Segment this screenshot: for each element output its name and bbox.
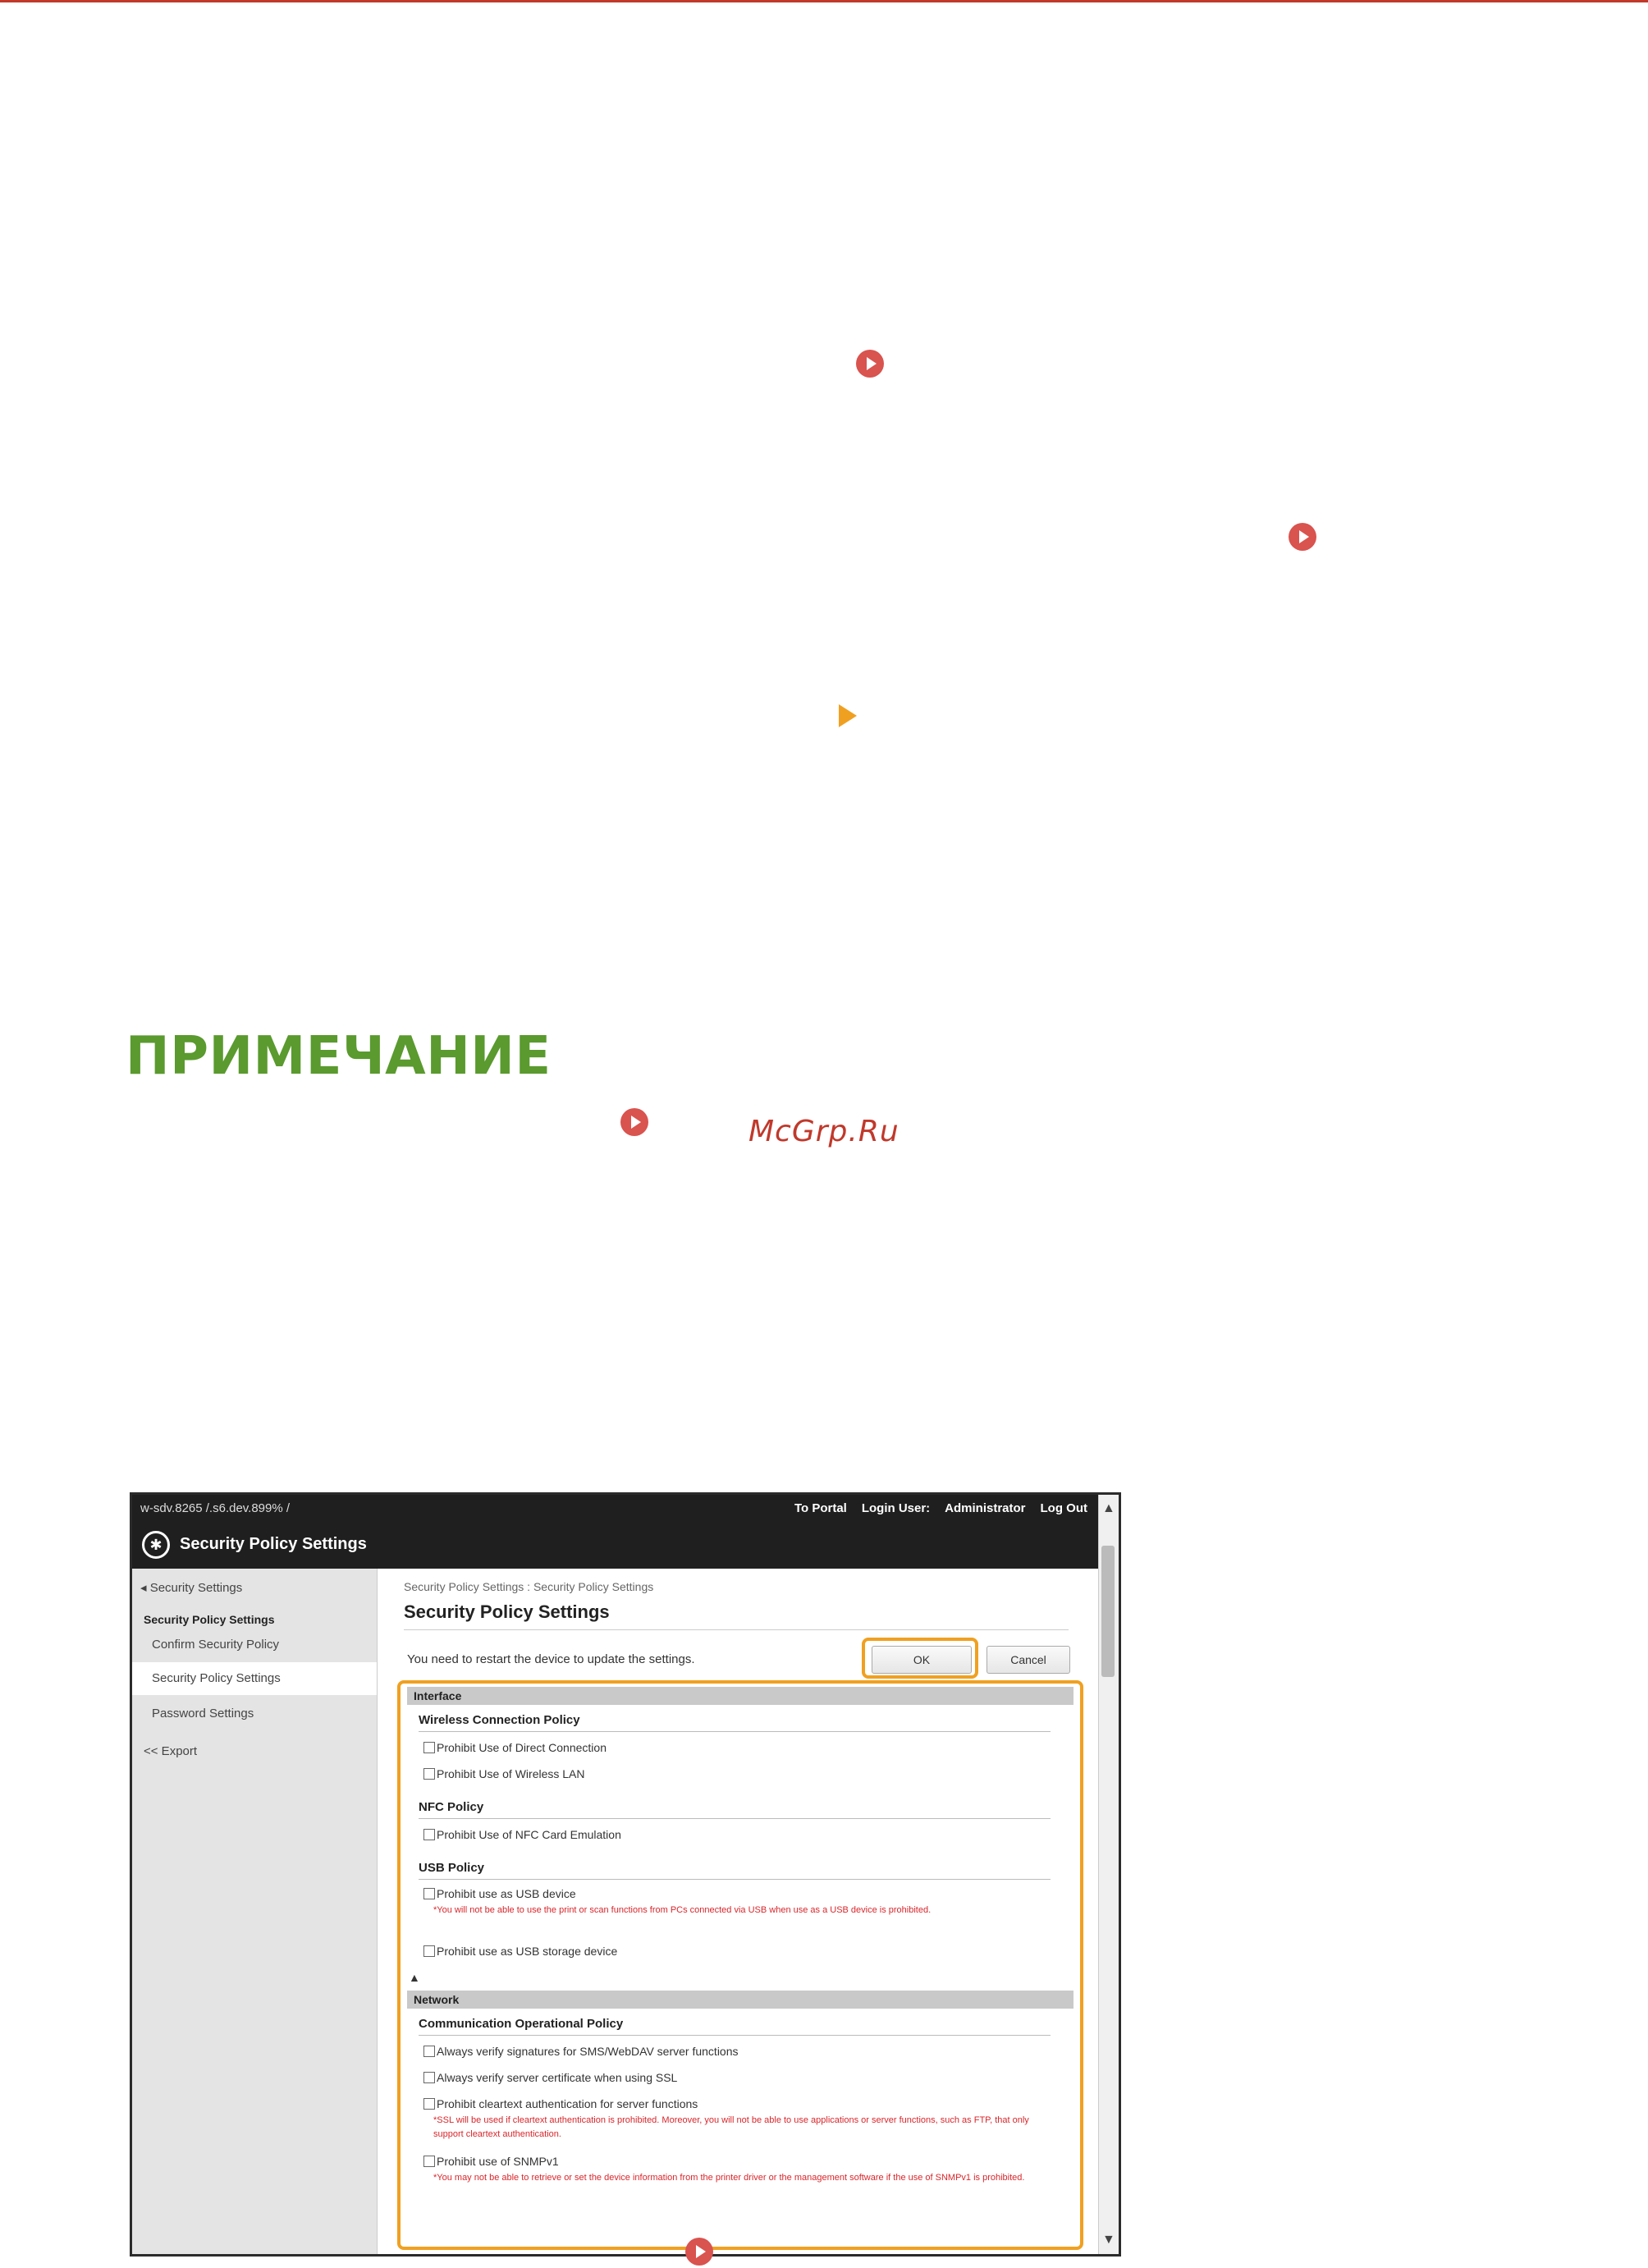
cleartext-warning-note: *SSL will be used if cleartext authentic… xyxy=(433,2115,1029,2139)
wireless-policy-heading: Wireless Connection Policy xyxy=(419,1713,580,1727)
reference-link-icon[interactable] xyxy=(856,350,884,378)
option-label: Prohibit Use of Direct Connection xyxy=(437,1741,607,1754)
main-content: Security Policy Settings : Security Poli… xyxy=(378,1569,1099,2254)
snmp-warning-note: *You may not be able to retrieve or set … xyxy=(433,2173,1025,2183)
ok-button[interactable]: OK xyxy=(872,1646,972,1674)
divider xyxy=(419,2035,1051,2036)
title-divider xyxy=(404,1629,1069,1630)
policy-settings-panel: Interface Wireless Connection Policy Pro… xyxy=(397,1680,1083,2250)
back-to-security-settings-link[interactable]: ◂ Security Settings xyxy=(140,1580,242,1595)
back-to-top-icon[interactable]: ▲ xyxy=(409,1971,420,1984)
watermark-text: McGrp.Ru xyxy=(748,1115,900,1148)
breadcrumb: Security Policy Settings : Security Poli… xyxy=(404,1580,654,1593)
page-title: Security Policy Settings xyxy=(404,1601,610,1622)
checkbox[interactable] xyxy=(423,2156,435,2167)
option-verify-ssl-certificate[interactable]: Always verify server certificate when us… xyxy=(423,2071,677,2084)
checkbox[interactable] xyxy=(423,1829,435,1840)
checkbox[interactable] xyxy=(423,1768,435,1780)
option-prohibit-wireless-lan[interactable]: Prohibit Use of Wireless LAN xyxy=(423,1767,585,1780)
option-verify-smb-signatures[interactable]: Always verify signatures for SMS/WebDAV … xyxy=(423,2045,739,2058)
page-top-rule xyxy=(0,0,1648,2)
settings-gear-icon: ✱ xyxy=(142,1531,170,1559)
scroll-down-icon[interactable]: ▼ xyxy=(1102,2233,1115,2247)
option-prohibit-usb-device[interactable]: Prohibit use as USB device xyxy=(423,1887,576,1900)
export-link[interactable]: << Export xyxy=(144,1744,197,1758)
reference-link-icon[interactable] xyxy=(620,1108,648,1136)
option-label: Prohibit use as USB device xyxy=(437,1887,576,1900)
reference-link-icon[interactable] xyxy=(1289,523,1316,551)
window-titlebar: ✱ Security Policy Settings xyxy=(132,1523,1099,1569)
usb-warning-note: *You will not be able to use the print o… xyxy=(433,1905,932,1915)
option-prohibit-cleartext-auth[interactable]: Prohibit cleartext authentication for se… xyxy=(423,2097,698,2110)
network-section-header: Network xyxy=(407,1991,1073,2009)
option-label: Prohibit Use of NFC Card Emulation xyxy=(437,1828,621,1841)
option-label: Always verify server certificate when us… xyxy=(437,2071,678,2084)
top-links: To Portal Login User: Administrator Log … xyxy=(794,1501,1087,1515)
sidebar-item-password-settings[interactable]: Password Settings xyxy=(152,1707,254,1720)
note-heading: ПРИМЕЧАНИЕ xyxy=(126,1026,552,1087)
log-out-link[interactable]: Log Out xyxy=(1041,1501,1087,1515)
option-label: Prohibit Use of Wireless LAN xyxy=(437,1767,585,1780)
remote-ui-topbar: w-sdv.8265 /.s6.dev.899% / To Portal Log… xyxy=(132,1495,1099,1523)
scrollbar[interactable]: ▲ ▼ xyxy=(1098,1495,1119,2254)
checkbox[interactable] xyxy=(423,2098,435,2110)
login-user-label: Login User: xyxy=(861,1501,931,1515)
sidebar: ◂ Security Settings Security Policy Sett… xyxy=(132,1569,378,2254)
option-prohibit-nfc[interactable]: Prohibit Use of NFC Card Emulation xyxy=(423,1828,621,1841)
divider xyxy=(419,1879,1051,1880)
window-title: Security Policy Settings xyxy=(180,1535,367,1553)
option-label: Prohibit use as USB storage device xyxy=(437,1945,618,1958)
checkbox[interactable] xyxy=(423,1888,435,1899)
sidebar-item-confirm-policy[interactable]: Confirm Security Policy xyxy=(152,1638,279,1652)
option-label: Prohibit cleartext authentication for se… xyxy=(437,2097,698,2110)
option-prohibit-usb-storage[interactable]: Prohibit use as USB storage device xyxy=(423,1945,617,1958)
back-link-label: Security Settings xyxy=(149,1581,243,1595)
checkbox[interactable] xyxy=(423,1742,435,1753)
checkbox[interactable] xyxy=(423,2072,435,2083)
divider xyxy=(419,1731,1051,1732)
option-prohibit-snmpv1[interactable]: Prohibit use of SNMPv1 xyxy=(423,2155,559,2168)
restart-message: You need to restart the device to update… xyxy=(407,1652,695,1666)
scroll-up-icon[interactable]: ▲ xyxy=(1102,1501,1115,1516)
option-label: Prohibit use of SNMPv1 xyxy=(437,2155,559,2168)
interface-section-header: Interface xyxy=(407,1687,1073,1705)
reference-link-icon[interactable] xyxy=(685,2238,713,2266)
sidebar-item-policy-settings[interactable]: Security Policy Settings xyxy=(132,1662,377,1695)
comm-policy-heading: Communication Operational Policy xyxy=(419,2017,624,2031)
option-label: Always verify signatures for SMS/WebDAV … xyxy=(437,2045,739,2058)
cancel-button[interactable]: Cancel xyxy=(987,1646,1070,1674)
nfc-policy-heading: NFC Policy xyxy=(419,1800,484,1814)
settings-screenshot: w-sdv.8265 /.s6.dev.899% / To Portal Log… xyxy=(130,1492,1121,2257)
login-user-name: Administrator xyxy=(945,1501,1026,1515)
step-arrow-icon xyxy=(839,704,857,727)
checkbox[interactable] xyxy=(423,2046,435,2057)
scroll-thumb[interactable] xyxy=(1101,1546,1115,1677)
divider xyxy=(419,1818,1051,1819)
usb-policy-heading: USB Policy xyxy=(419,1861,485,1875)
checkbox[interactable] xyxy=(423,1945,435,1957)
option-prohibit-direct-connection[interactable]: Prohibit Use of Direct Connection xyxy=(423,1741,607,1754)
to-portal-link[interactable]: To Portal xyxy=(794,1501,847,1515)
host-address: w-sdv.8265 /.s6.dev.899% / xyxy=(140,1501,291,1515)
sidebar-heading: Security Policy Settings xyxy=(144,1613,275,1626)
